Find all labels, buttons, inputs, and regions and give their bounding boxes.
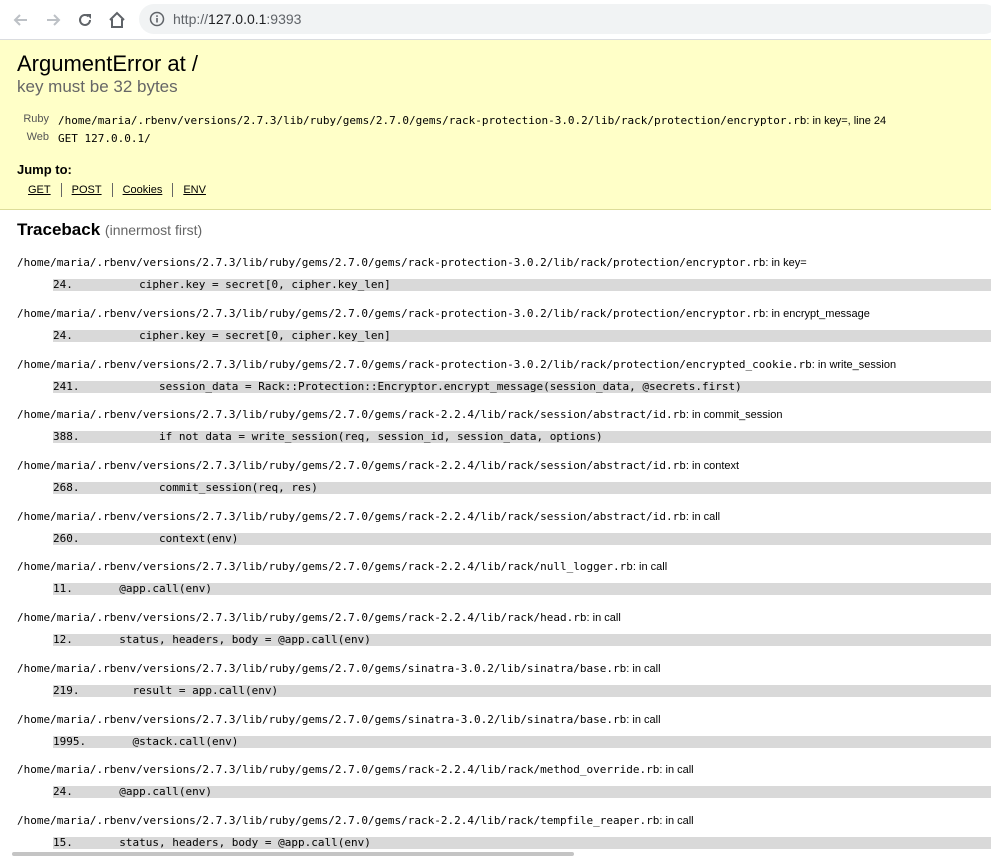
frame-function: : in call (659, 815, 694, 827)
frame-location: /home/maria/.rbenv/versions/2.7.3/lib/ru… (17, 358, 896, 371)
frame-function: : in call (659, 764, 694, 776)
frame-code[interactable]: 24. cipher.key = secret[0, cipher.key_le… (53, 330, 991, 342)
jump-link-env[interactable]: ENV (172, 183, 216, 197)
frame-function: : in call (626, 663, 661, 675)
frame-path: /home/maria/.rbenv/versions/2.7.3/lib/ru… (17, 459, 686, 472)
frame-location: /home/maria/.rbenv/versions/2.7.3/lib/ru… (17, 408, 782, 421)
frame-function: : in context (685, 460, 740, 472)
frame-function: : in call (685, 511, 721, 523)
frame-path: /home/maria/.rbenv/versions/2.7.3/lib/ru… (17, 611, 587, 624)
frame-path: /home/maria/.rbenv/versions/2.7.3/lib/ru… (17, 713, 627, 726)
frame-location: /home/maria/.rbenv/versions/2.7.3/lib/ru… (17, 713, 661, 726)
frame-code[interactable]: 12. status, headers, body = @app.call(en… (53, 634, 991, 646)
frame-code[interactable]: 241. session_data = Rack::Protection::En… (53, 381, 991, 393)
url-scheme: http:// (173, 11, 209, 27)
frame-path: /home/maria/.rbenv/versions/2.7.3/lib/ru… (17, 510, 686, 523)
home-icon[interactable] (105, 8, 129, 32)
jump-link-post[interactable]: POST (60, 183, 112, 197)
address-bar[interactable]: http://127.0.0.1:9393 (139, 4, 991, 34)
jump-title: Jump to: (17, 162, 72, 177)
frame-location: /home/maria/.rbenv/versions/2.7.3/lib/ru… (17, 256, 807, 269)
frame-code[interactable]: 388. if not data = write_session(req, se… (53, 431, 991, 443)
frame-location: /home/maria/.rbenv/versions/2.7.3/lib/ru… (17, 307, 870, 320)
jump-link-get[interactable]: GET (18, 183, 61, 197)
jump-link-cookies[interactable]: Cookies (111, 183, 173, 197)
frame-function: : in write_session (811, 359, 897, 371)
frame-location: /home/maria/.rbenv/versions/2.7.3/lib/ru… (17, 459, 739, 472)
traceback-heading: Traceback (innermost first) (17, 220, 202, 240)
traceback-subtitle: (innermost first) (104, 222, 203, 238)
url-host: 127.0.0.1 (208, 11, 267, 27)
info-icon[interactable] (149, 11, 165, 27)
url-port: :9393 (266, 11, 302, 27)
reload-icon[interactable] (73, 8, 97, 32)
web-label: Web (26, 131, 49, 143)
frame-function: : in call (632, 561, 668, 573)
traceback-title: Traceback (17, 220, 101, 239)
frame-location: /home/maria/.rbenv/versions/2.7.3/lib/ru… (17, 510, 720, 523)
frame-code[interactable]: 24. cipher.key = secret[0, cipher.key_le… (53, 279, 991, 291)
browser-toolbar: http://127.0.0.1:9393 (0, 0, 991, 40)
frame-path: /home/maria/.rbenv/versions/2.7.3/lib/ru… (17, 662, 627, 675)
frame-path: /home/maria/.rbenv/versions/2.7.3/lib/ru… (17, 256, 766, 269)
frame-code[interactable]: 268. commit_session(req, res) (53, 482, 991, 494)
frame-path: /home/maria/.rbenv/versions/2.7.3/lib/ru… (17, 408, 686, 421)
frame-location: /home/maria/.rbenv/versions/2.7.3/lib/ru… (17, 814, 694, 827)
frame-path: /home/maria/.rbenv/versions/2.7.3/lib/ru… (17, 307, 766, 320)
forward-arrow-icon[interactable] (41, 8, 65, 32)
frame-location: /home/maria/.rbenv/versions/2.7.3/lib/ru… (17, 560, 667, 573)
frame-location: /home/maria/.rbenv/versions/2.7.3/lib/ru… (17, 611, 621, 624)
frame-code[interactable]: 1995. @stack.call(env) (53, 736, 991, 748)
frame-location: /home/maria/.rbenv/versions/2.7.3/lib/ru… (17, 662, 661, 675)
error-message: key must be 32 bytes (17, 77, 178, 96)
frame-function: : in call (586, 612, 621, 624)
error-summary: ArgumentError at / key must be 32 bytes … (0, 40, 991, 210)
ruby-path: /home/maria/.rbenv/versions/2.7.3/lib/ru… (58, 114, 807, 127)
frame-location: /home/maria/.rbenv/versions/2.7.3/lib/ru… (17, 763, 694, 776)
frame-function: : in key= (765, 257, 807, 269)
ruby-suffix: : in key=, line 24 (806, 115, 887, 127)
frame-path: /home/maria/.rbenv/versions/2.7.3/lib/ru… (17, 560, 633, 573)
frame-function: : in commit_session (685, 409, 783, 421)
back-arrow-icon[interactable] (9, 8, 33, 32)
frame-path: /home/maria/.rbenv/versions/2.7.3/lib/ru… (17, 358, 812, 371)
frame-code[interactable]: 15. status, headers, body = @app.call(en… (53, 837, 991, 849)
frame-function: : in call (626, 714, 661, 726)
frame-function: : in encrypt_message (765, 308, 870, 320)
jump-links: GET POST Cookies ENV (18, 183, 216, 197)
error-title: ArgumentError at / (17, 51, 198, 76)
frame-code[interactable]: 260. context(env) (53, 533, 991, 545)
frame-code[interactable]: 11. @app.call(env) (53, 583, 991, 595)
ruby-label: Ruby (23, 113, 49, 125)
ruby-location: /home/maria/.rbenv/versions/2.7.3/lib/ru… (58, 114, 886, 127)
frame-path: /home/maria/.rbenv/versions/2.7.3/lib/ru… (17, 763, 660, 776)
web-value: GET 127.0.0.1/ (58, 132, 151, 145)
horizontal-scrollbar[interactable] (12, 852, 574, 856)
frame-path: /home/maria/.rbenv/versions/2.7.3/lib/ru… (17, 814, 660, 827)
frame-code[interactable]: 219. result = app.call(env) (53, 685, 991, 697)
address-url[interactable]: http://127.0.0.1:9393 (173, 11, 301, 27)
frame-code[interactable]: 24. @app.call(env) (53, 786, 991, 798)
